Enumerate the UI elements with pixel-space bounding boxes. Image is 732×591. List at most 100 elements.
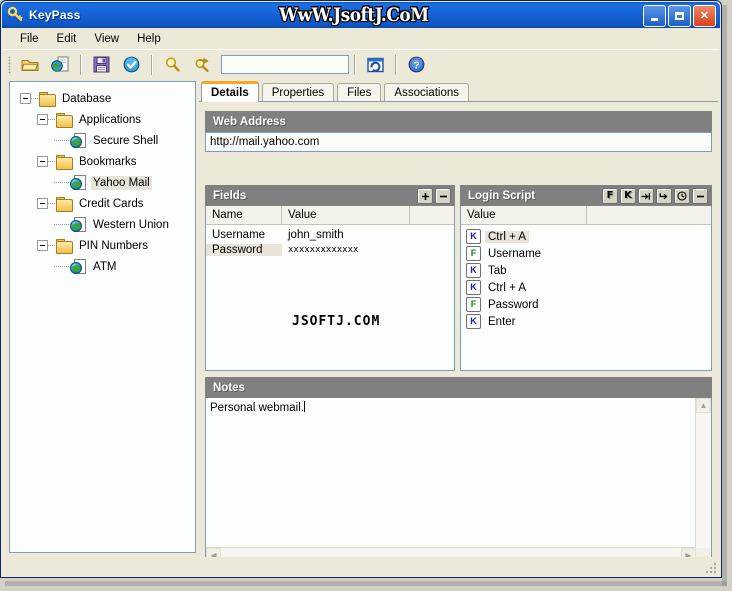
detail-pane: Details Properties Files Associations We… xyxy=(199,81,718,564)
new-database-icon xyxy=(50,56,68,72)
resize-grip[interactable] xyxy=(704,561,716,573)
tree-item-pin-numbers[interactable]: PIN Numbers xyxy=(16,235,195,256)
list-item[interactable]: K Enter xyxy=(461,313,711,330)
column-header-spacer xyxy=(410,206,454,224)
key-icon xyxy=(7,6,25,24)
table-row[interactable]: Username john_smith xyxy=(206,227,454,242)
help-button[interactable]: ? xyxy=(402,52,430,78)
menu-item-view[interactable]: View xyxy=(85,31,128,47)
login-script-title: Login Script xyxy=(468,189,536,202)
toolbar-grip[interactable] xyxy=(8,55,11,74)
column-header-value[interactable]: Value xyxy=(282,206,410,224)
menu-item-file[interactable]: File xyxy=(11,31,48,47)
add-tab-step-button[interactable] xyxy=(638,188,654,204)
tree-item-applications[interactable]: Applications xyxy=(16,109,195,130)
login-script-header: Login Script F K xyxy=(460,185,712,206)
application-window: KeyPass WwW.JsoftJ.CoM ✕ File Edit View … xyxy=(0,0,732,591)
field-name: Username xyxy=(212,228,266,241)
new-database-button[interactable] xyxy=(46,52,74,78)
list-item[interactable]: K Ctrl + A xyxy=(461,279,711,296)
maximize-button[interactable] xyxy=(668,5,691,27)
expander-minus-icon[interactable] xyxy=(37,114,48,125)
tree-item-credit-cards[interactable]: Credit Cards xyxy=(16,193,195,214)
tree-item-label: PIN Numbers xyxy=(79,239,149,252)
list-item[interactable]: K Tab xyxy=(461,262,711,279)
expander-minus-icon[interactable] xyxy=(37,240,48,251)
remove-field-button[interactable] xyxy=(435,188,451,204)
tab-details[interactable]: Details xyxy=(201,81,259,102)
step-label: Password xyxy=(488,298,539,311)
add-key-step-button[interactable]: K xyxy=(620,188,636,204)
field-letter-label: F xyxy=(606,190,614,201)
minimize-icon xyxy=(651,18,658,21)
add-field-button[interactable] xyxy=(417,188,433,204)
maximize-icon xyxy=(675,12,684,20)
menu-item-edit[interactable]: Edit xyxy=(48,31,86,47)
title-bar: KeyPass WwW.JsoftJ.CoM ✕ xyxy=(2,2,720,28)
fields-header: Fields xyxy=(205,185,455,206)
add-delay-step-button[interactable] xyxy=(674,188,690,204)
column-header-value[interactable]: Value xyxy=(461,206,587,224)
save-button[interactable] xyxy=(87,52,115,78)
search-input[interactable] xyxy=(221,55,349,74)
expander-minus-icon[interactable] xyxy=(37,156,48,167)
web-address-input[interactable]: http://mail.yahoo.com xyxy=(205,132,712,152)
tab-properties[interactable]: Properties xyxy=(261,83,335,102)
globe-icon xyxy=(70,175,86,190)
help-icon: ? xyxy=(408,56,424,73)
tree-item-bookmarks[interactable]: Bookmarks xyxy=(16,151,195,172)
open-folder-icon xyxy=(20,59,38,71)
find-next-button[interactable] xyxy=(188,52,216,78)
tree-item-atm[interactable]: ATM xyxy=(16,256,195,277)
tree-item-label: Applications xyxy=(79,113,142,126)
close-button[interactable]: ✕ xyxy=(693,5,716,27)
minimize-button[interactable] xyxy=(643,5,666,27)
close-icon: ✕ xyxy=(699,9,710,22)
menu-item-help[interactable]: Help xyxy=(128,31,170,47)
keypass-window: KeyPass WwW.JsoftJ.CoM ✕ File Edit View … xyxy=(0,0,722,578)
step-label: Ctrl + A xyxy=(485,230,530,243)
globe-icon xyxy=(70,259,86,274)
add-field-step-button[interactable]: F xyxy=(602,188,618,204)
list-item[interactable]: K Ctrl + A xyxy=(461,228,711,245)
tab-associations[interactable]: Associations xyxy=(384,83,469,102)
list-item[interactable]: F Username xyxy=(461,245,711,262)
toolbar-separator-1 xyxy=(80,54,81,75)
tree-item-yahoo-mail[interactable]: Yahoo Mail xyxy=(16,172,195,193)
column-header-name[interactable]: Name xyxy=(206,206,282,224)
tab-files[interactable]: Files xyxy=(337,83,382,102)
notes-header: Notes xyxy=(205,377,712,398)
remove-step-button[interactable] xyxy=(692,188,708,204)
expander-minus-icon[interactable] xyxy=(20,93,31,104)
apply-button[interactable] xyxy=(117,52,145,78)
scroll-up-icon[interactable]: ▲ xyxy=(696,398,711,413)
site-watermark-title: WwW.JsoftJ.CoM xyxy=(279,4,429,27)
tab-icon xyxy=(641,192,650,200)
login-script-list[interactable]: Value K Ctrl + A F Username K Tab K Ctrl… xyxy=(460,206,712,371)
field-badge-icon: F xyxy=(466,246,481,261)
refresh-button[interactable] xyxy=(361,52,389,78)
step-label: Enter xyxy=(488,315,516,328)
notes-textarea[interactable]: Personal webmail. ▲ ◀ ▶ xyxy=(205,398,712,564)
find-button[interactable] xyxy=(158,52,186,78)
notes-vertical-scrollbar[interactable]: ▲ xyxy=(695,398,711,548)
step-label: Ctrl + A xyxy=(488,281,527,294)
plus-icon xyxy=(421,192,429,200)
tree-item-western-union[interactable]: Western Union xyxy=(16,214,195,235)
add-enter-step-button[interactable] xyxy=(656,188,672,204)
fields-list[interactable]: Name Value Username john_smith Password … xyxy=(205,206,455,371)
database-tree-pane[interactable]: Database Applications Secure Shell Bookm… xyxy=(9,81,196,553)
list-item[interactable]: F Password xyxy=(461,296,711,313)
tree-item-database[interactable]: Database xyxy=(16,88,195,109)
fields-title: Fields xyxy=(213,189,247,202)
open-folder-button[interactable] xyxy=(16,52,44,78)
svg-text:?: ? xyxy=(413,59,419,71)
column-header-spacer xyxy=(587,206,711,224)
folder-icon xyxy=(56,197,73,212)
enter-icon xyxy=(659,192,668,199)
expander-minus-icon[interactable] xyxy=(37,198,48,209)
table-row[interactable]: Password xxxxxxxxxxxxx xyxy=(206,242,454,257)
globe-icon xyxy=(70,133,86,148)
tree-item-secure-shell[interactable]: Secure Shell xyxy=(16,130,195,151)
field-value: john_smith xyxy=(288,228,344,241)
